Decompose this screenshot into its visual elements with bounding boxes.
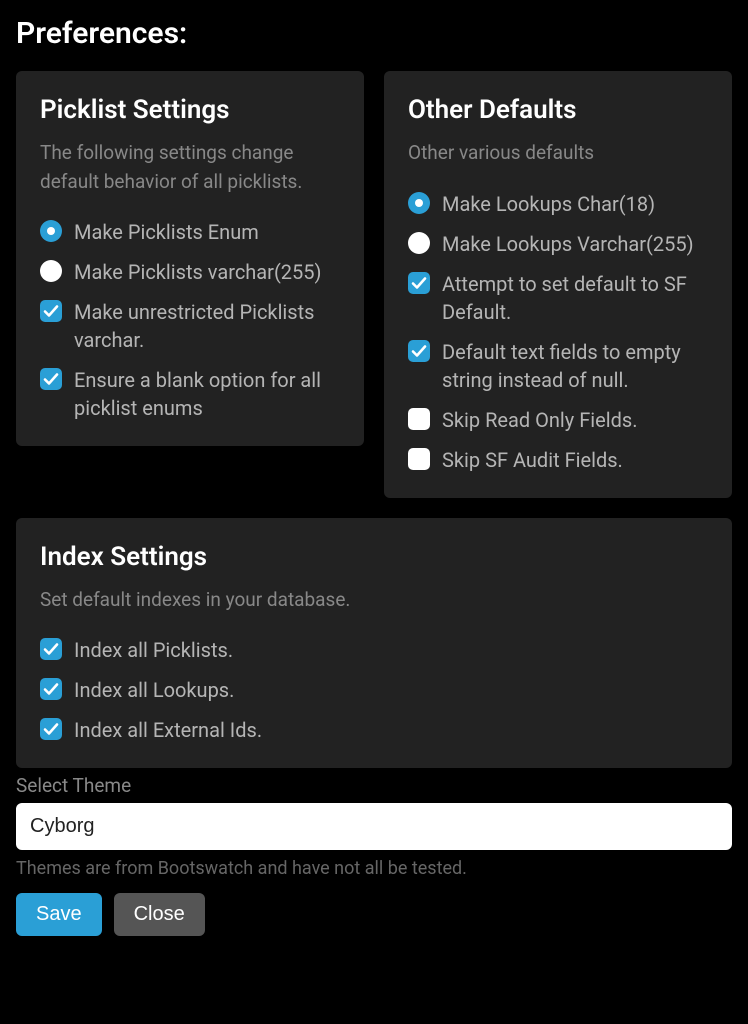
option-label: Make unrestricted Picklists varchar.	[74, 298, 340, 354]
radio-input[interactable]	[40, 220, 62, 242]
option-row[interactable]: Index all Lookups.	[40, 676, 708, 704]
radio-input[interactable]	[408, 192, 430, 214]
index-settings-card: Index Settings Set default indexes in yo…	[16, 518, 732, 769]
option-label: Skip SF Audit Fields.	[442, 446, 623, 474]
theme-select[interactable]	[16, 803, 732, 850]
theme-label: Select Theme	[16, 774, 732, 797]
option-label: Default text fields to empty string inst…	[442, 338, 708, 394]
check-icon	[40, 368, 62, 390]
checkbox-input[interactable]	[408, 272, 430, 294]
option-label: Make Lookups Varchar(255)	[442, 230, 694, 258]
checkbox-input[interactable]	[40, 718, 62, 740]
option-row[interactable]: Default text fields to empty string inst…	[408, 338, 708, 394]
close-button[interactable]: Close	[114, 893, 205, 936]
checkbox-input[interactable]	[40, 368, 62, 390]
picklist-settings-desc: The following settings change default be…	[40, 139, 340, 196]
check-icon	[40, 678, 62, 700]
option-label: Index all Lookups.	[74, 676, 234, 704]
other-options: Make Lookups Char(18) Make Lookups Varcha…	[408, 190, 708, 474]
other-defaults-title: Other Defaults	[408, 95, 708, 125]
option-row[interactable]: Make unrestricted Picklists varchar.	[40, 298, 340, 354]
option-row[interactable]: Attempt to set default to SF Default.	[408, 270, 708, 326]
check-icon	[40, 300, 62, 322]
check-icon	[40, 638, 62, 660]
option-row[interactable]: Make Lookups Varchar(255)	[408, 230, 708, 258]
option-label: Make Lookups Char(18)	[442, 190, 655, 218]
option-row[interactable]: Skip SF Audit Fields.	[408, 446, 708, 474]
checkbox-input[interactable]	[408, 408, 430, 430]
other-defaults-card: Other Defaults Other various defaults Ma…	[384, 71, 732, 498]
option-label: Skip Read Only Fields.	[442, 406, 637, 434]
index-settings-title: Index Settings	[40, 542, 708, 572]
option-row[interactable]: Make Lookups Char(18)	[408, 190, 708, 218]
checkbox-input[interactable]	[408, 340, 430, 362]
option-label: Index all Picklists.	[74, 636, 233, 664]
checkbox-input[interactable]	[40, 300, 62, 322]
radio-input[interactable]	[408, 232, 430, 254]
checkbox-input[interactable]	[40, 638, 62, 660]
check-icon	[408, 340, 430, 362]
option-label: Ensure a blank option for all picklist e…	[74, 366, 340, 422]
option-label: Make Picklists Enum	[74, 218, 259, 246]
picklist-settings-title: Picklist Settings	[40, 95, 340, 125]
checkbox-input[interactable]	[40, 678, 62, 700]
checkbox-input[interactable]	[408, 448, 430, 470]
index-settings-desc: Set default indexes in your database.	[40, 586, 708, 615]
picklist-settings-card: Picklist Settings The following settings…	[16, 71, 364, 446]
check-icon	[408, 272, 430, 294]
option-label: Attempt to set default to SF Default.	[442, 270, 708, 326]
option-row[interactable]: Ensure a blank option for all picklist e…	[40, 366, 340, 422]
option-row[interactable]: Skip Read Only Fields.	[408, 406, 708, 434]
option-row[interactable]: Index all Picklists.	[40, 636, 708, 664]
check-icon	[40, 718, 62, 740]
page-title: Preferences:	[16, 16, 732, 51]
option-label: Make Picklists varchar(255)	[74, 258, 322, 286]
option-row[interactable]: Index all External Ids.	[40, 716, 708, 744]
picklist-options: Make Picklists Enum Make Picklists varcha…	[40, 218, 340, 422]
save-button[interactable]: Save	[16, 893, 102, 936]
option-row[interactable]: Make Picklists varchar(255)	[40, 258, 340, 286]
other-defaults-desc: Other various defaults	[408, 139, 708, 168]
option-label: Index all External Ids.	[74, 716, 262, 744]
theme-hint: Themes are from Bootswatch and have not …	[16, 858, 732, 879]
radio-input[interactable]	[40, 260, 62, 282]
option-row[interactable]: Make Picklists Enum	[40, 218, 340, 246]
index-options: Index all Picklists. Index all Lookups. In…	[40, 636, 708, 744]
